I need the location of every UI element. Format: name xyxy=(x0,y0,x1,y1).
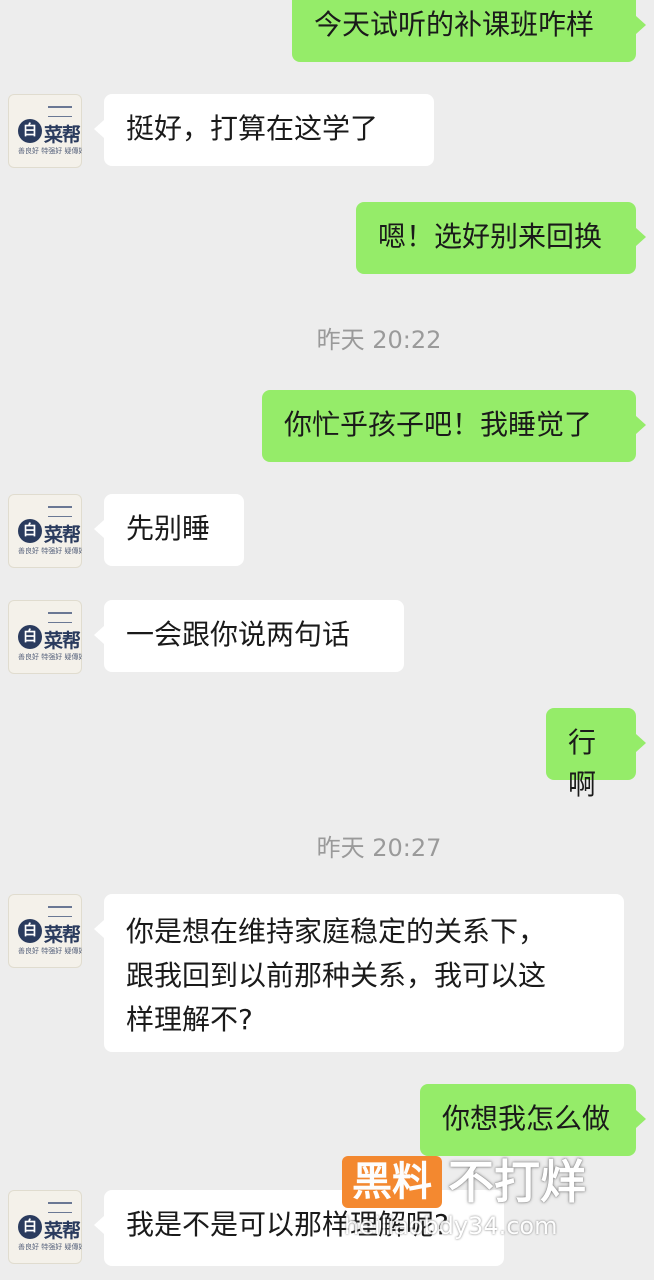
message-text: 一会跟你说两句话 xyxy=(126,618,351,651)
message-bubble-received[interactable]: 挺好，打算在这学了 xyxy=(94,94,434,166)
message-text: 你想我怎么做 xyxy=(442,1102,611,1135)
avatar-glyph: 白 xyxy=(18,919,42,943)
avatar-glyph: 白 xyxy=(18,519,42,543)
message-bubble-sent[interactable]: 你想我怎么做 xyxy=(420,1084,646,1156)
timestamp: 昨天 20:22 xyxy=(316,326,442,354)
avatar-name: 菜帮 xyxy=(44,524,81,546)
avatar-glyph: 白 xyxy=(18,625,42,649)
message-bubble-sent[interactable]: 行啊 xyxy=(546,708,646,801)
message-text: 嗯！选好别来回换 xyxy=(378,220,603,253)
message-text: 挺好，打算在这学了 xyxy=(126,112,379,145)
contact-avatar[interactable]: 白 菜帮 善良好 特强好 疑傳好 xyxy=(8,600,82,674)
watermark-badge: 黑料 xyxy=(342,1156,442,1208)
watermark-text: 不打烊 xyxy=(448,1155,586,1209)
message-bubble-received[interactable]: 先别睡 xyxy=(94,494,244,566)
avatar-subtitle: 善良好 特强好 疑傳好 xyxy=(18,147,82,155)
message-text: 你忙乎孩子吧！我睡觉了 xyxy=(284,408,593,441)
message-text: 今天试听的补课班咋样 xyxy=(314,8,595,41)
avatar-glyph: 白 xyxy=(18,119,42,143)
avatar-subtitle: 善良好 特强好 疑傳好 xyxy=(18,653,82,661)
avatar-name: 菜帮 xyxy=(44,924,81,946)
avatar-decoration xyxy=(48,106,72,117)
message-bubble-sent[interactable]: 嗯！选好别来回换 xyxy=(356,202,646,274)
avatar-subtitle: 善良好 特强好 疑傳好 xyxy=(18,947,82,955)
message-text: 行啊 xyxy=(568,726,597,801)
message-text-line: 跟我回到以前那种关系，我可以这 xyxy=(126,959,547,992)
contact-avatar[interactable]: 白 菜帮 善良好 特强好 疑傳好 xyxy=(8,1190,82,1264)
avatar-decoration xyxy=(48,506,72,517)
avatar-decoration xyxy=(48,1202,72,1213)
avatar-decoration xyxy=(48,612,72,623)
avatar-name: 菜帮 xyxy=(44,1220,81,1242)
message-bubble-sent[interactable]: 今天试听的补课班咋样 xyxy=(292,0,646,62)
avatar-name: 菜帮 xyxy=(44,630,81,652)
message-bubble-sent[interactable]: 你忙乎孩子吧！我睡觉了 xyxy=(262,390,646,462)
message-bubble-received[interactable]: 你是想在维持家庭稳定的关系下， 跟我回到以前那种关系，我可以这 样理解不? xyxy=(94,894,624,1052)
contact-avatar[interactable]: 白 菜帮 善良好 特强好 疑傳好 xyxy=(8,894,82,968)
watermark-url: heiliaobdy34.com xyxy=(344,1212,558,1240)
chat-thread: 今天试听的补课班咋样 白 菜帮 善良好 特强好 疑傳好 挺好，打算在这学了 嗯！… xyxy=(0,0,654,1280)
avatar-decoration xyxy=(48,906,72,917)
avatar-subtitle: 善良好 特强好 疑傳好 xyxy=(18,547,82,555)
timestamp: 昨天 20:27 xyxy=(316,834,442,862)
watermark: 黑料 不打烊 xyxy=(342,1154,642,1214)
message-text-line: 样理解不? xyxy=(126,1003,253,1036)
avatar-glyph: 白 xyxy=(18,1215,42,1239)
message-text: 先别睡 xyxy=(126,512,211,545)
message-text-line: 你是想在维持家庭稳定的关系下， xyxy=(126,915,547,948)
avatar-subtitle: 善良好 特强好 疑傳好 xyxy=(18,1243,82,1251)
contact-avatar[interactable]: 白 菜帮 善良好 特强好 疑傳好 xyxy=(8,494,82,568)
message-bubble-received[interactable]: 一会跟你说两句话 xyxy=(94,600,404,672)
avatar-name: 菜帮 xyxy=(44,124,81,146)
contact-avatar[interactable]: 白 菜帮 善良好 特强好 疑傳好 xyxy=(8,94,82,168)
